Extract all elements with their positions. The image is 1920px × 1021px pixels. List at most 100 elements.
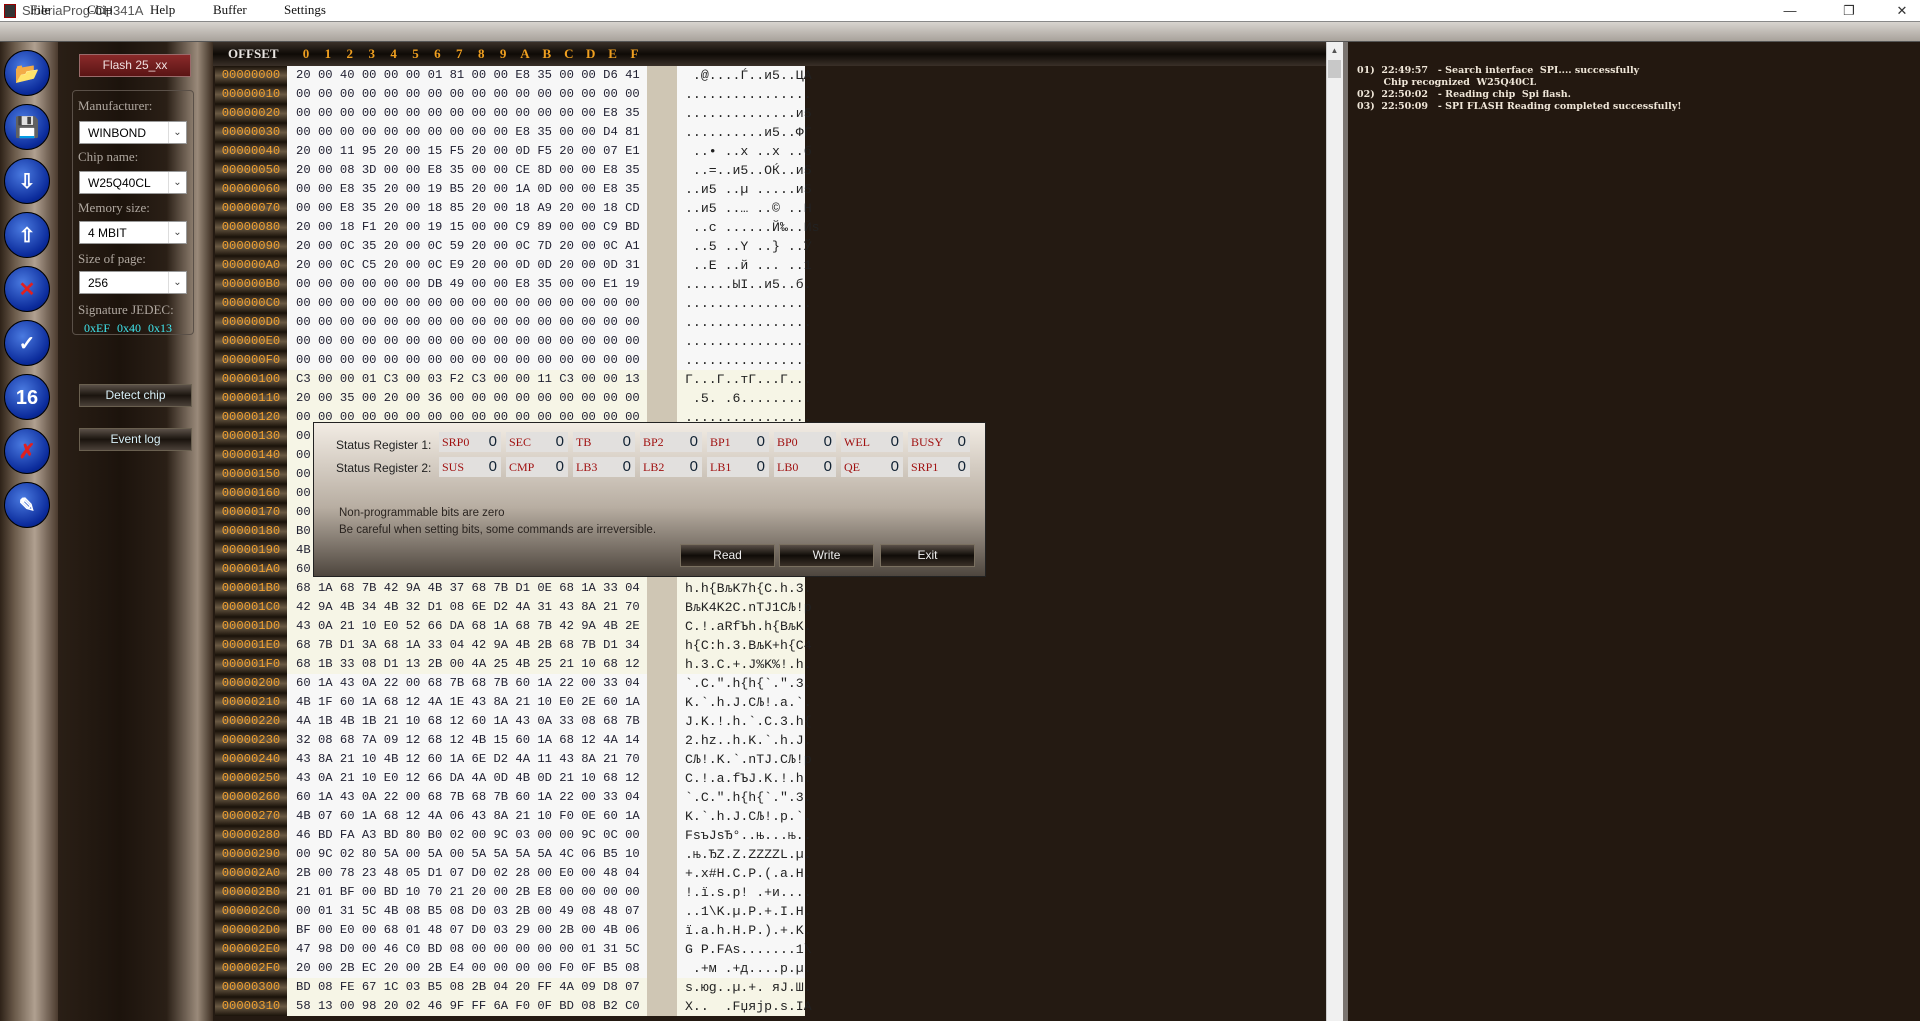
row-hex-bytes[interactable]: 00 00 E8 35 20 00 18 85 20 00 18 A9 20 0… [287,199,647,218]
row-hex-bytes[interactable]: C3 00 00 01 C3 00 03 F2 C3 00 00 11 C3 0… [287,370,647,389]
row-hex-bytes[interactable]: 00 00 00 00 00 00 DB 49 00 00 E8 35 00 0… [287,275,647,294]
row-hex-bytes[interactable]: BD 08 FE 67 1C 03 B5 08 2B 04 20 FF 4A 0… [287,978,647,997]
row-ascii[interactable]: CЉ!.K.`.nТJ.CЉ!p [677,750,812,769]
row-ascii[interactable]: !.ї.ѕ.p! .+и.... [677,883,812,902]
bit-busy-toggle[interactable]: BUSY 0 [908,432,970,452]
row-hex-bytes[interactable]: 00 00 00 00 00 00 00 00 00 00 00 00 00 0… [287,332,647,351]
bit-sus-toggle[interactable]: SUS 0 [439,457,501,477]
row-hex-bytes[interactable]: 68 1B 33 08 D1 13 2B 00 4A 25 4B 25 21 1… [287,655,647,674]
row-hex-bytes[interactable]: 20 00 0C 35 20 00 0C 59 20 00 0C 7D 20 0… [287,237,647,256]
row-hex-bytes[interactable]: 00 00 00 00 00 00 00 00 00 00 00 00 00 0… [287,85,647,104]
read-chip-icon[interactable]: ⇩ [4,158,50,204]
minimize-button[interactable]: — [1767,0,1813,22]
row-hex-bytes[interactable]: 20 00 0C C5 20 00 0C E9 20 00 0D 0D 20 0… [287,256,647,275]
row-ascii[interactable]: X.. .Fџяjр.ѕ.ІА [677,997,812,1016]
row-ascii[interactable]: ................ [677,332,812,351]
row-hex-bytes[interactable]: 42 9A 4B 34 4B 32 D1 08 6E D2 4A 31 43 8… [287,598,647,617]
row-hex-bytes[interactable]: 47 98 D0 00 46 C0 BD 08 00 00 00 00 00 0… [287,940,647,959]
row-ascii[interactable]: .5. .6......... [677,389,812,408]
row-ascii[interactable]: C.!.а.fЪJ.K.!.h. [677,769,812,788]
row-hex-bytes[interactable]: 46 BD FA A3 BD 80 B0 02 00 9C 03 00 00 9… [287,826,647,845]
write-chip-icon[interactable]: ⇧ [4,212,50,258]
bit-lb0-toggle[interactable]: LB0 0 [774,457,836,477]
bit-lb1-toggle[interactable]: LB1 0 [707,457,769,477]
row-ascii[interactable]: ї.а.h.H.Р.).+.K. [677,921,812,940]
row-ascii[interactable]: ..........и5..ФЃ [677,123,812,142]
row-ascii[interactable]: Г...Г..тГ...Г... [677,370,812,389]
row-ascii[interactable]: `.C.".h{h{`.".3. [677,788,812,807]
row-hex-bytes[interactable]: 68 1A 68 7B 42 9A 4B 37 68 7B D1 0E 68 1… [287,579,647,598]
row-ascii[interactable]: C.!.аRfЪh.h{BљK. [677,617,812,636]
row-hex-bytes[interactable]: 4A 1B 4B 1B 21 10 68 12 60 1A 43 0A 33 0… [287,712,647,731]
row-ascii[interactable]: ..1\K.µ.Р.+.I.H. [677,902,812,921]
row-hex-bytes[interactable]: 00 00 00 00 00 00 00 00 00 00 00 00 00 0… [287,313,647,332]
scroll-thumb[interactable] [1328,60,1341,78]
row-ascii[interactable]: 2.hz..h.K.`.h.J. [677,731,812,750]
row-ascii[interactable]: FѕъЈѕЂ°..њ...њ.. [677,826,812,845]
row-hex-bytes[interactable]: 00 00 00 00 00 00 00 00 00 00 00 00 00 0… [287,351,647,370]
verify-chip-icon[interactable]: ✓ [4,320,50,366]
row-hex-bytes[interactable]: 00 00 00 00 00 00 00 00 00 00 00 00 00 0… [287,104,647,123]
open-file-icon[interactable]: 📂 [4,50,50,96]
row-ascii[interactable]: K.`.h.J.CЉ!.р.`. [677,807,812,826]
row-ascii[interactable]: ......ЫI..и5..б. [677,275,812,294]
row-hex-bytes[interactable]: 20 00 40 00 00 00 01 81 00 00 E8 35 00 0… [287,66,647,85]
row-hex-bytes[interactable]: 4B 1F 60 1A 68 12 4A 1E 43 8A 21 10 E0 2… [287,693,647,712]
row-hex-bytes[interactable]: 00 9C 02 80 5A 00 5A 00 5A 5A 5A 5A 4C 0… [287,845,647,864]
row-ascii[interactable]: ................ [677,351,812,370]
bit-bp2-toggle[interactable]: BP2 0 [640,432,702,452]
bit-lb3-toggle[interactable]: LB3 0 [573,457,635,477]
row-hex-bytes[interactable]: 20 00 18 F1 20 00 19 15 00 00 C9 89 00 0… [287,218,647,237]
row-hex-bytes[interactable]: 60 1A 43 0A 22 00 68 7B 68 7B 60 1A 22 0… [287,788,647,807]
row-ascii[interactable]: ѕ.юg..µ.+. яJ.Ш. [677,978,812,997]
bit-bp1-toggle[interactable]: BP1 0 [707,432,769,452]
menu-buffer[interactable]: Buffer [213,2,247,18]
row-ascii[interactable]: ................ [677,313,812,332]
row-hex-bytes[interactable]: 00 00 00 00 00 00 00 00 00 00 00 00 00 0… [287,294,647,313]
bit-sec-toggle[interactable]: SEC 0 [506,432,568,452]
row-hex-bytes[interactable]: 20 00 08 3D 00 00 E8 35 00 00 CE 8D 00 0… [287,161,647,180]
row-hex-bytes[interactable]: 20 00 11 95 20 00 15 F5 20 00 0D F5 20 0… [287,142,647,161]
row-hex-bytes[interactable]: 00 00 E8 35 20 00 19 B5 20 00 1A 0D 00 0… [287,180,647,199]
row-ascii[interactable]: +.x#H.С.Р.(.а.H. [677,864,812,883]
row-ascii[interactable]: .@....Ѓ..и5..ЦA [677,66,812,85]
row-hex-bytes[interactable]: 4B 07 60 1A 68 12 4A 06 43 8A 21 10 F0 0… [287,807,647,826]
row-hex-bytes[interactable]: 21 01 BF 00 BD 10 70 21 20 00 2B E8 00 0… [287,883,647,902]
row-ascii[interactable]: ................ [677,294,812,313]
row-ascii[interactable]: G Р.FАѕ.......1\ [677,940,812,959]
row-hex-bytes[interactable]: 20 00 35 00 20 00 36 00 00 00 00 00 00 0… [287,389,647,408]
row-ascii[interactable]: ..и5 ..µ .....и5 [677,180,812,199]
row-ascii[interactable]: BљK4K2С.nТJ1CЉ!p [677,598,812,617]
row-hex-bytes[interactable]: 20 00 2B EC 20 00 2B E4 00 00 00 00 F0 0… [287,959,647,978]
scroll-quill-icon[interactable]: ✎ [4,482,50,528]
row-hex-bytes[interactable]: 32 08 68 7A 09 12 68 12 4B 15 60 1A 68 1… [287,731,647,750]
row-ascii[interactable]: ..Е ..й ... ..1 [677,256,812,275]
exit-button[interactable]: Exit [880,544,975,567]
row-hex-bytes[interactable]: 43 0A 21 10 E0 12 66 DA 4A 0D 4B 0D 21 1… [287,769,647,788]
row-ascii[interactable]: .+м .+д....р.µ. [677,959,812,978]
menu-settings[interactable]: Settings [284,2,326,18]
menu-help[interactable]: Help [150,2,175,18]
page-size-select[interactable]: 256 ⌄ [79,271,187,294]
memory-size-select[interactable]: 4 MBIT ⌄ [79,221,187,244]
row-hex-bytes[interactable]: 58 13 00 98 20 02 46 9F FF 6A F0 0F BD 0… [287,997,647,1016]
detect-chip-button[interactable]: Detect chip [79,384,192,407]
bit-qe-toggle[interactable]: QE 0 [841,457,903,477]
bit-wel-toggle[interactable]: WEL 0 [841,432,903,452]
bit-cmp-toggle[interactable]: CMP 0 [506,457,568,477]
close-button[interactable]: ✕ [1879,0,1920,22]
save-file-icon[interactable]: 💾 [4,104,50,150]
read-button[interactable]: Read [680,544,775,567]
menu-chip[interactable]: Chip [87,2,112,18]
event-log-button[interactable]: Event log [79,428,192,451]
row-ascii[interactable]: `.C.".h{h{`.".3. [677,674,812,693]
row-ascii[interactable]: .њ.ЂZ.Z.ZZZZL.µ. [677,845,812,864]
row-hex-bytes[interactable]: 43 0A 21 10 E0 52 66 DA 68 1A 68 7B 42 9… [287,617,647,636]
row-ascii[interactable]: ..=..и5..ОЌ..и5 [677,161,812,180]
bit-lb2-toggle[interactable]: LB2 0 [640,457,702,477]
manufacturer-select[interactable]: WINBOND ⌄ [79,121,187,144]
write-button[interactable]: Write [779,544,874,567]
row-ascii[interactable]: J.K.!.h.`.C.3.h{ [677,712,812,731]
row-hex-bytes[interactable]: 43 8A 21 10 4B 12 60 1A 6E D2 4A 11 43 8… [287,750,647,769]
chip-type-button[interactable]: Flash 25_xx [79,54,191,77]
